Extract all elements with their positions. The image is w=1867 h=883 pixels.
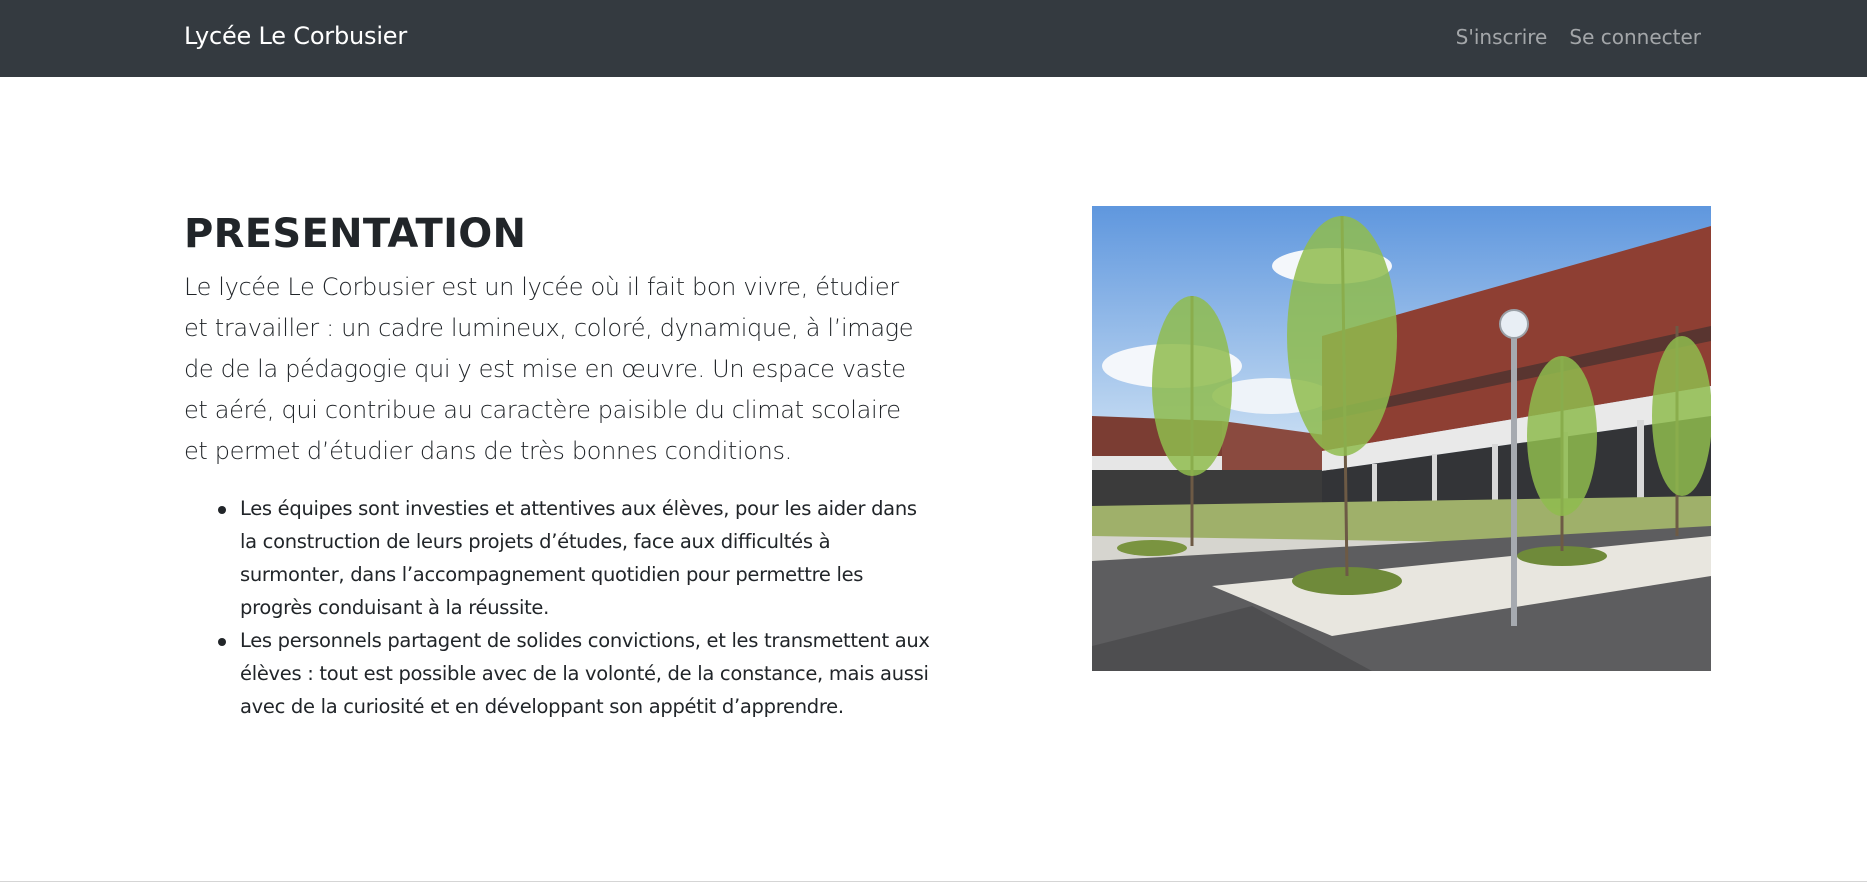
navbar: Lycée Le Corbusier S'inscrire Se connect… (0, 0, 1867, 77)
presentation-section: PRESENTATION Le lycée Le Corbusier est u… (184, 208, 930, 723)
lead-paragraph: Le lycée Le Corbusier est un lycée où il… (184, 273, 914, 465)
list-item: Les personnels partagent de solides conv… (218, 624, 930, 723)
nav-link-login[interactable]: Se connecter (1569, 25, 1701, 49)
list-item: Les équipes sont investies et attentives… (218, 492, 930, 624)
school-building-photo (1092, 206, 1711, 671)
brand-link[interactable]: Lycée Le Corbusier (184, 22, 407, 50)
footer-divider (0, 881, 1867, 882)
bullet-list: Les équipes sont investies et attentives… (184, 492, 930, 723)
page-title: PRESENTATION (184, 211, 527, 257)
nav-links: S'inscrire Se connecter (1456, 25, 1701, 49)
nav-link-register[interactable]: S'inscrire (1456, 25, 1548, 49)
